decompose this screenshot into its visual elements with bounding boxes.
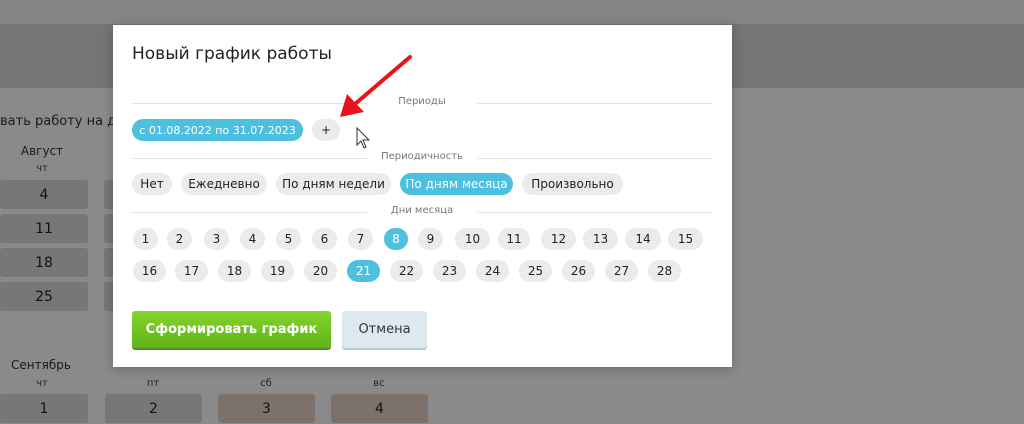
new-schedule-dialog: Новый график работы Периоды с 01.08.2022… — [113, 25, 732, 367]
periodicity-option-month-days[interactable]: По дням месяца — [400, 173, 513, 195]
month-day-chip[interactable]: 24 — [476, 260, 509, 282]
month-days-section-label: Дни месяца — [132, 205, 712, 219]
month-day-chip[interactable]: 26 — [562, 260, 595, 282]
month-day-chip[interactable]: 17 — [175, 260, 208, 282]
month-day-chip[interactable]: 11 — [498, 228, 530, 250]
month-day-chip-selected[interactable]: 21 — [347, 260, 380, 282]
divider — [477, 212, 712, 213]
month-day-chip[interactable]: 2 — [167, 228, 192, 250]
periodicity-option-custom[interactable]: Произвольно — [522, 173, 623, 195]
month-day-chip[interactable]: 19 — [261, 260, 294, 282]
month-day-chip[interactable]: 14 — [625, 228, 661, 250]
month-day-chip[interactable]: 5 — [276, 228, 301, 250]
periods-label: Периоды — [398, 96, 446, 107]
month-days-label: Дни месяца — [390, 205, 454, 216]
month-day-chip[interactable]: 4 — [240, 228, 265, 250]
month-day-chip[interactable]: 10 — [455, 228, 490, 250]
divider — [477, 103, 712, 104]
month-day-chip[interactable]: 9 — [418, 228, 443, 250]
periodicity-option-none[interactable]: Нет — [132, 173, 172, 195]
month-day-chip[interactable]: 12 — [541, 228, 576, 250]
month-day-chip[interactable]: 15 — [668, 228, 703, 250]
month-day-chip[interactable]: 27 — [605, 260, 638, 282]
month-day-chip[interactable]: 20 — [304, 260, 337, 282]
periods-section-label: Периоды — [132, 96, 712, 110]
cancel-button[interactable]: Отмена — [342, 311, 427, 348]
month-day-chip[interactable]: 6 — [312, 228, 337, 250]
period-chip[interactable]: с 01.08.2022 по 31.07.2023 — [132, 119, 303, 141]
month-day-chip[interactable]: 25 — [519, 260, 552, 282]
month-day-chip[interactable]: 22 — [390, 260, 423, 282]
periodicity-option-daily[interactable]: Ежедневно — [181, 173, 267, 195]
periodicity-section-label: Периодичность — [132, 151, 712, 165]
add-period-button[interactable]: + — [312, 119, 340, 141]
generate-schedule-button[interactable]: Сформировать график — [132, 311, 331, 348]
periodicity-label: Периодичность — [381, 151, 463, 162]
month-day-chip[interactable]: 13 — [583, 228, 618, 250]
dialog-title: Новый график работы — [132, 44, 332, 64]
month-day-chip[interactable]: 16 — [133, 260, 166, 282]
month-day-chip[interactable]: 1 — [133, 228, 158, 250]
periodicity-option-weekdays[interactable]: По дням недели — [276, 173, 391, 195]
month-day-chip[interactable]: 7 — [348, 228, 373, 250]
month-day-chip[interactable]: 23 — [433, 260, 466, 282]
month-day-chip[interactable]: 28 — [648, 260, 681, 282]
month-day-chip[interactable]: 18 — [218, 260, 251, 282]
month-day-chip[interactable]: 3 — [204, 228, 229, 250]
month-day-chip-selected[interactable]: 8 — [384, 228, 408, 250]
divider — [477, 158, 712, 159]
